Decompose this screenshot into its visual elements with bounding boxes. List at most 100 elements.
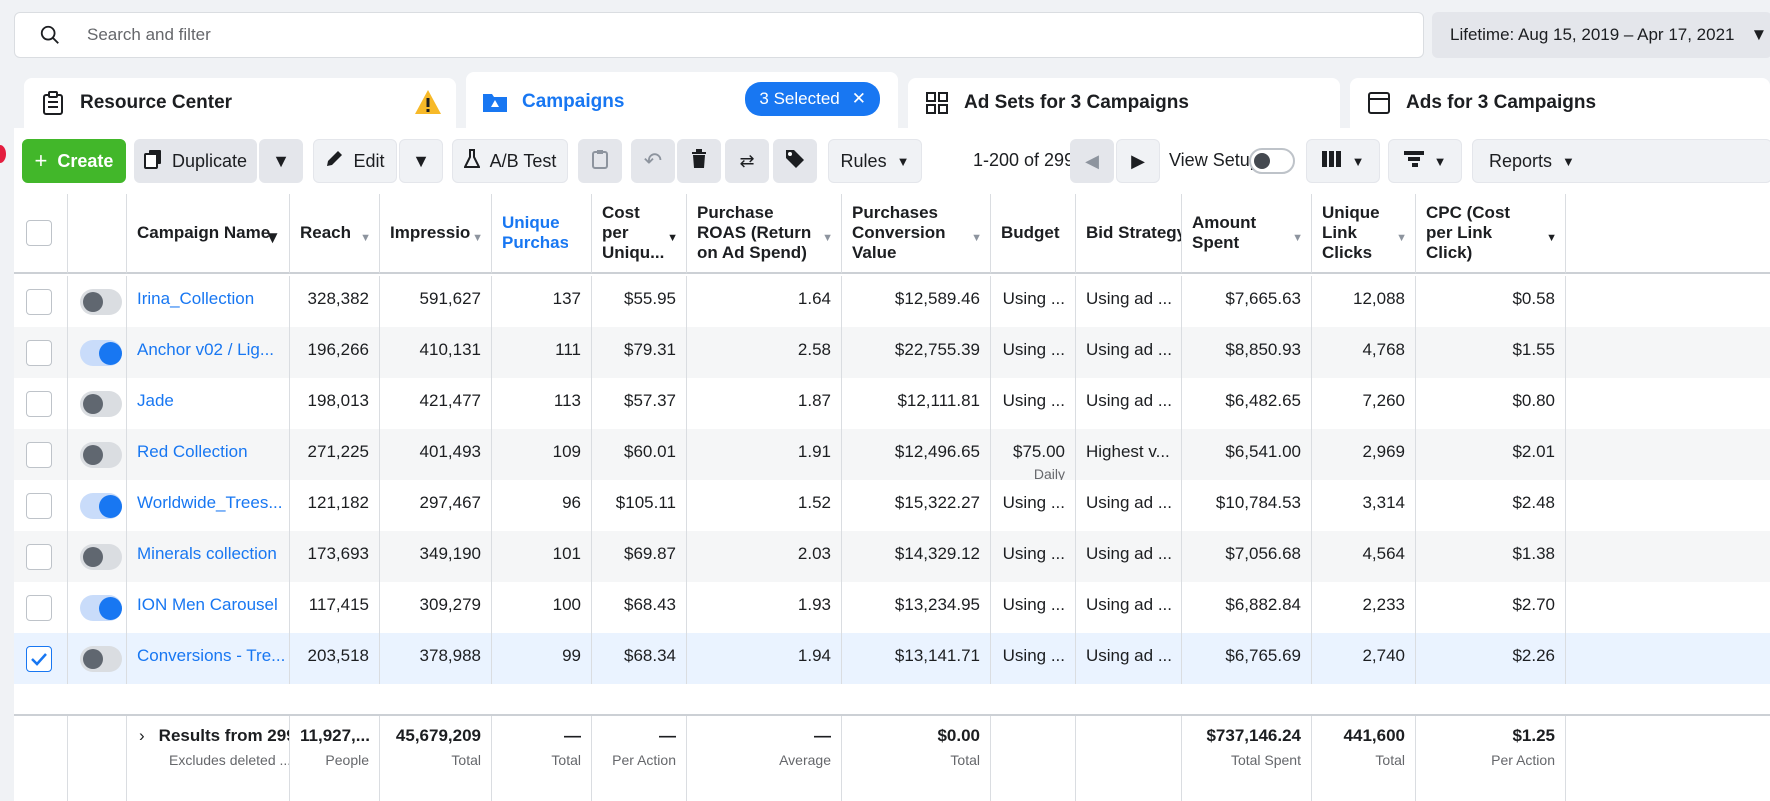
row-checkbox[interactable] [26,595,52,621]
tab-resource-center[interactable]: Resource Center [24,78,456,128]
cell-unique-purchases: 137 [492,276,592,327]
tab-ad-sets[interactable]: Ad Sets for 3 Campaigns [908,78,1340,128]
export-button[interactable]: ⇄ [725,139,769,183]
cell-campaign-name-text[interactable]: Minerals collection [137,544,277,563]
cell-amount-spent-text: $8,850.93 [1225,340,1301,359]
table-row[interactable]: ION Men Carousel 117,415 309,279 100 $68.43 1… [14,582,1770,633]
sort-icon[interactable]: ▼ [264,228,281,248]
campaign-toggle[interactable] [80,289,122,315]
edit-dropdown[interactable]: ▼ [399,139,443,183]
header-unique-purchases[interactable]: Unique Purchases [492,194,592,274]
paste-button[interactable] [578,139,622,183]
header-purchases-conversion-value[interactable]: Purchases Conversion Value ▼ [842,194,991,274]
table-row[interactable]: Jade 198,013 421,477 113 $57.37 1.87 $12,111.8… [14,378,1770,429]
sort-icon[interactable]: ▼ [1546,228,1557,248]
campaign-toggle[interactable] [80,595,122,621]
cell-campaign-name-text[interactable]: ION Men Carousel [137,595,278,614]
header-impressions[interactable]: Impressions▼ [380,194,492,274]
table-row[interactable]: Anchor v02 / Lig... 196,266 410,131 111 $79.… [14,327,1770,378]
header-reach[interactable]: Reach ▼ [290,194,380,274]
reports-button[interactable]: Reports ▼ [1472,139,1770,183]
header-bid-strategy[interactable]: Bid Strategy [1076,194,1182,274]
cell-campaign-name-text[interactable]: Conversions - Tre... [137,646,285,665]
campaign-toggle[interactable] [80,340,122,366]
header-unique-link-clicks[interactable]: Unique Link Clicks ▼ [1312,194,1416,274]
edit-button[interactable]: Edit [313,139,397,183]
rules-button[interactable]: Rules ▼ [828,139,922,183]
next-page-button[interactable]: ▶ [1116,139,1160,183]
delete-button[interactable] [677,139,721,183]
close-icon[interactable]: ✕ [852,89,866,109]
header-purchase-roas[interactable]: Purchase ROAS (Return on Ad Spend) ▼ [687,194,842,274]
tag-button[interactable] [773,139,817,183]
footer-conversion-value: $0.00 Total [842,716,991,801]
row-checkbox[interactable] [26,646,52,672]
cell-cpc: $0.80 [1416,378,1566,429]
header-cost-per-unique[interactable]: Cost per Uniqu... ▼ [592,194,687,274]
sort-icon[interactable]: ▼ [822,228,833,248]
cell-campaign-name-text[interactable]: Irina_Collection [137,289,254,308]
table-row[interactable]: Irina_Collection 328,382 591,627 137 $55.95 1… [14,276,1770,327]
view-setup-toggle[interactable] [1249,148,1295,174]
row-checkbox[interactable] [26,544,52,570]
row-checkbox[interactable] [26,391,52,417]
sort-icon[interactable]: ▼ [1396,228,1407,248]
cell-campaign-name[interactable]: Anchor v02 / Lig... [127,327,290,378]
cell-campaign-name[interactable]: Irina_Collection [127,276,290,327]
search-bar[interactable]: Search and filter [14,12,1424,58]
columns-button[interactable]: ▼ [1306,139,1380,183]
chevron-right-icon[interactable]: › [139,726,145,745]
selected-pill[interactable]: 3 Selected ✕ [745,82,880,116]
header-amount-spent[interactable]: Amount Spent ▼ [1182,194,1312,274]
date-range-picker[interactable]: Lifetime: Aug 15, 2019 – Apr 17, 2021 ▼ [1432,12,1770,58]
sort-icon[interactable]: ▼ [360,228,371,248]
cell-campaign-name-text[interactable]: Jade [137,391,174,410]
row-checkbox[interactable] [26,340,52,366]
header-campaign-name[interactable]: Campaign Name ▼ [127,194,290,274]
cell-campaign-name-text[interactable]: Red Collection [137,442,248,461]
prev-page-button[interactable]: ◀ [1070,139,1114,183]
duplicate-button[interactable]: Duplicate [134,139,257,183]
campaign-toggle[interactable] [80,646,122,672]
table-row[interactable]: Conversions - Tre... 203,518 378,988 99 $68.… [14,633,1770,684]
campaign-toggle[interactable] [80,391,122,417]
table-row[interactable]: Red Collection 271,225 401,493 109 $60.01 1.9… [14,429,1770,480]
footer-results[interactable]: › Results from 299 Excludes deleted ... [127,716,290,801]
breakdown-button[interactable]: ▼ [1388,139,1462,183]
header-budget[interactable]: Budget [991,194,1076,274]
campaign-toggle[interactable] [80,442,122,468]
create-button[interactable]: + Create [22,139,126,183]
cell-campaign-name[interactable]: ION Men Carousel [127,582,290,633]
select-all-checkbox[interactable] [26,220,52,246]
tab-ads[interactable]: Ads for 3 Campaigns [1350,78,1770,128]
cell-campaign-name[interactable]: Jade [127,378,290,429]
cell-unique-link-clicks-text: 4,768 [1362,340,1405,359]
tab-campaigns[interactable]: Campaigns 3 Selected ✕ [466,72,898,132]
header-select-all[interactable] [14,194,68,274]
sort-icon[interactable]: ▼ [971,228,982,248]
cell-cost-per-unique-text: $68.34 [624,646,676,665]
sort-icon[interactable]: ▼ [667,228,678,248]
table-row[interactable]: Minerals collection 173,693 349,190 101 $69.… [14,531,1770,582]
warning-icon[interactable] [414,89,442,121]
cell-campaign-name[interactable]: Minerals collection [127,531,290,582]
sort-icon[interactable]: ▼ [1292,228,1303,248]
cell-campaign-name-text[interactable]: Anchor v02 / Lig... [137,340,274,359]
cell-unique-purchases-text: 113 [553,391,581,410]
cell-campaign-name-text[interactable]: Worldwide_Trees... [137,493,283,512]
row-checkbox[interactable] [26,289,52,315]
row-checkbox[interactable] [26,493,52,519]
cell-checkbox [14,633,68,684]
cell-campaign-name[interactable]: Worldwide_Trees... [127,480,290,531]
duplicate-dropdown[interactable]: ▼ [259,139,303,183]
campaign-toggle[interactable] [80,544,122,570]
cell-campaign-name[interactable]: Red Collection [127,429,290,480]
table-row[interactable]: Worldwide_Trees... 121,182 297,467 96 $105.1… [14,480,1770,531]
sort-icon[interactable]: ▼ [472,228,483,248]
campaign-toggle[interactable] [80,493,122,519]
cell-campaign-name[interactable]: Conversions - Tre... [127,633,290,684]
ab-test-button[interactable]: A/B Test [452,139,568,183]
undo-button[interactable]: ↶ [631,139,675,183]
header-cpc[interactable]: CPC (Cost per Link Click) ▼ [1416,194,1566,274]
row-checkbox[interactable] [26,442,52,468]
